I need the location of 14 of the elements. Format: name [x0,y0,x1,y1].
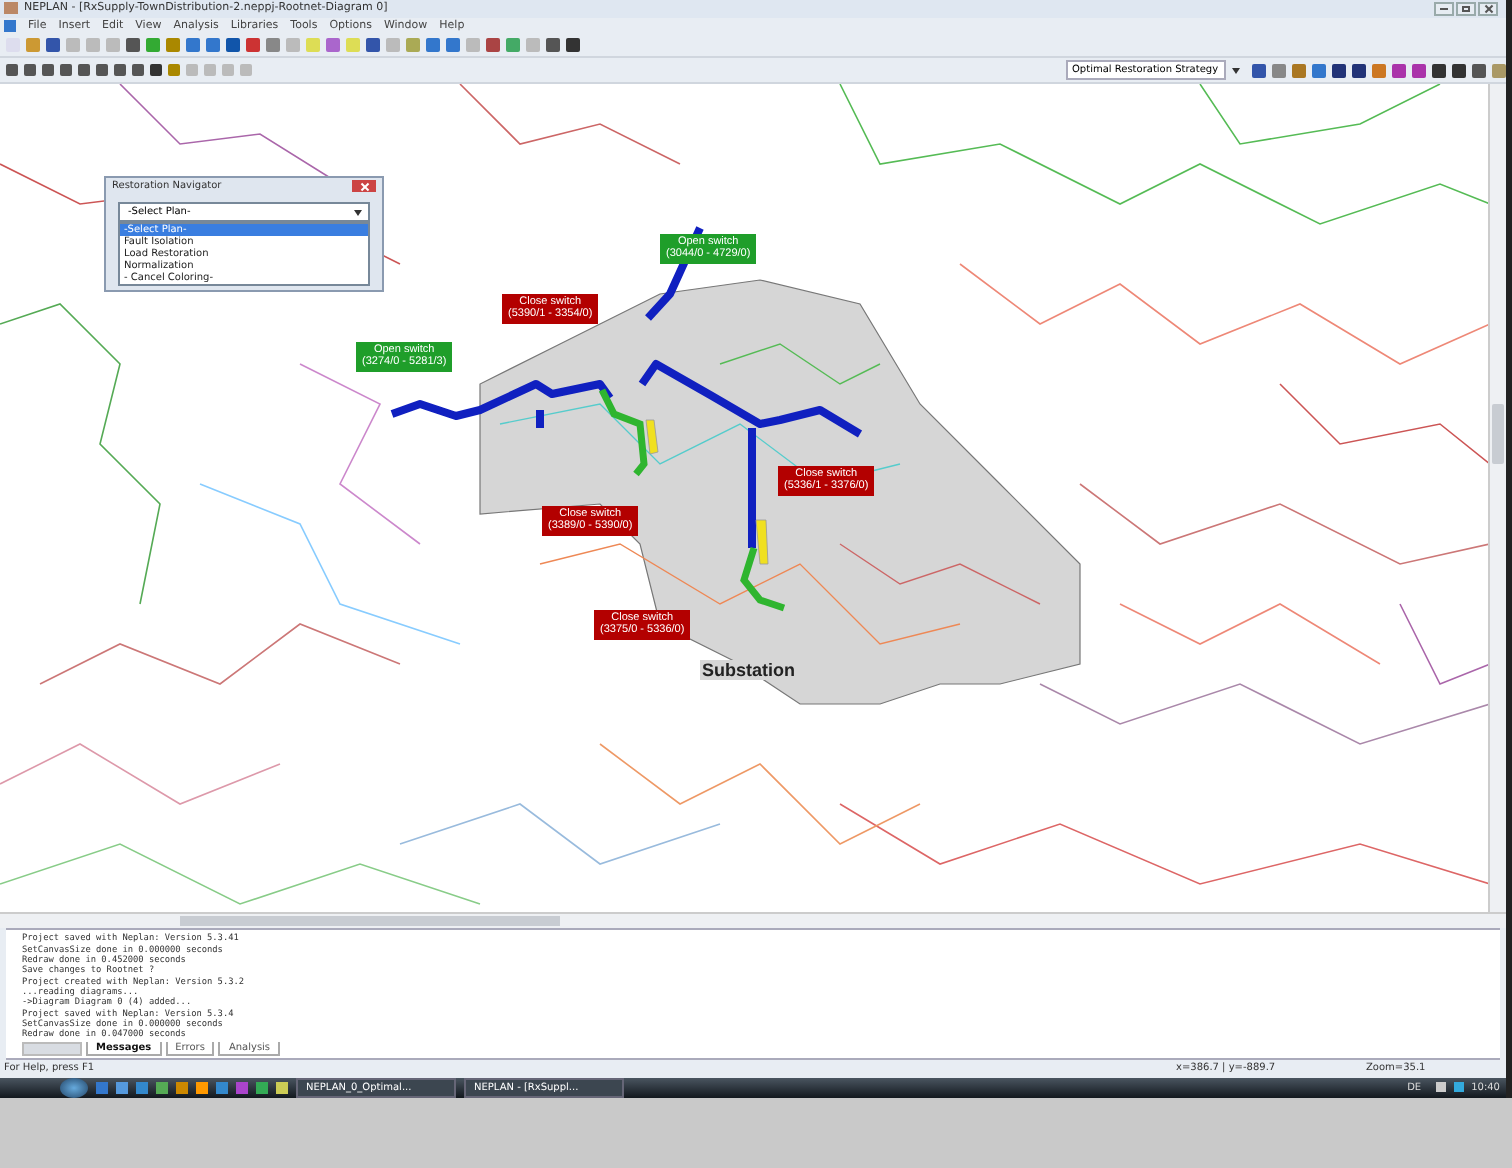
caret-icon[interactable] [1232,67,1240,74]
switched-feeder-line [740,546,786,612]
switched-feeder-line [598,388,648,476]
document-icon [4,19,16,32]
maximize-button[interactable] [1456,1,1476,16]
close-button[interactable] [352,180,376,193]
close-button[interactable] [1478,1,1498,16]
vertical-scrollbar[interactable] [1488,83,1506,912]
start-button[interactable] [60,1077,88,1098]
app-icon [4,2,18,15]
switch-section-drawing [755,519,769,565]
substation-label: Substation [700,659,797,680]
minimize-button[interactable] [1434,1,1454,16]
switch-section-drawing [645,419,659,455]
